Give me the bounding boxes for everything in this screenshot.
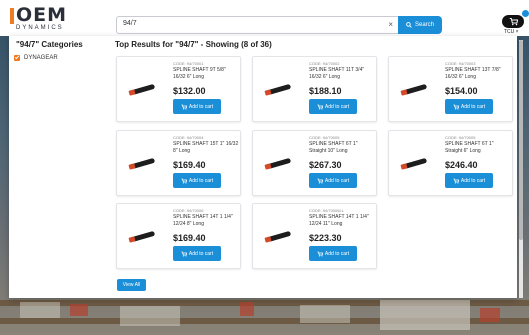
scrollbar[interactable]: [519, 40, 523, 298]
product-price: $169.40: [173, 233, 206, 243]
search-button[interactable]: Search: [398, 16, 442, 34]
product-image: [263, 77, 297, 103]
product-name[interactable]: SPLINE SHAFT 13T 7/8" 16/32 6" Long: [445, 67, 511, 81]
add-to-cart-button[interactable]: Add to cart: [173, 246, 221, 261]
search-icon: [406, 22, 412, 28]
logo-accent: [10, 8, 14, 24]
add-to-cart-button[interactable]: Add to cart: [445, 173, 493, 188]
product-name[interactable]: SPLINE SHAFT 14T 1 1/4" 12/24 11" Long: [309, 214, 375, 228]
add-to-cart-label: Add to cart: [324, 103, 350, 110]
bg-box: [120, 306, 180, 326]
clear-search-icon[interactable]: ×: [388, 20, 393, 29]
product-code: CODE: 94/70005: [445, 135, 476, 140]
cart-label: TCU ×: [504, 29, 519, 35]
product-price: $267.30: [309, 160, 342, 170]
cart-icon: [181, 104, 187, 109]
search-button-label: Search: [414, 22, 434, 28]
categories-title: "94/7" Categories: [16, 40, 83, 49]
product-price: $188.10: [309, 86, 342, 96]
product-code: CODE: 94/70002: [309, 61, 340, 66]
cart-icon: [317, 251, 323, 256]
product-price: $223.30: [309, 233, 342, 243]
product-image: [399, 77, 433, 103]
logo-main-text: OEM: [16, 4, 68, 26]
category-item-dynagear[interactable]: DYNAGEAR: [14, 53, 58, 62]
bg-box: [480, 308, 500, 322]
add-to-cart-button[interactable]: Add to cart: [173, 99, 221, 114]
product-card[interactable]: CODE: 94/70003 SPLINE SHAFT 13T 7/8" 16/…: [388, 56, 513, 122]
site-header: OEM DYNAMICS 94/7 × Search TCU ×: [0, 0, 529, 36]
add-to-cart-label: Add to cart: [188, 177, 214, 184]
cart-icon: [317, 178, 323, 183]
search-input-value: 94/7: [123, 20, 137, 27]
cart-icon: [453, 104, 459, 109]
product-code: CODE: 94/70004: [173, 135, 204, 140]
product-price: $169.40: [173, 160, 206, 170]
product-name[interactable]: SPLINE SHAFT 9T 5/8" 16/32 6" Long: [173, 67, 239, 81]
bg-box: [240, 302, 254, 316]
cart-count-badge: [522, 10, 529, 17]
product-image: [399, 151, 433, 177]
add-to-cart-button[interactable]: Add to cart: [445, 99, 493, 114]
product-image: [127, 77, 161, 103]
search-input[interactable]: 94/7 ×: [116, 16, 400, 34]
add-to-cart-label: Add to cart: [460, 103, 486, 110]
product-price: $132.00: [173, 86, 206, 96]
product-name[interactable]: SPLINE SHAFT 6T 1" Straight 6" Long: [445, 141, 511, 155]
bg-box: [300, 305, 350, 323]
product-price: $246.40: [445, 160, 478, 170]
product-code: CODE: 94/70005: [309, 135, 340, 140]
cart-icon: [453, 178, 459, 183]
product-image: [127, 224, 161, 250]
product-code: CODE: 94/70006: [173, 208, 204, 213]
add-to-cart-button[interactable]: Add to cart: [309, 99, 357, 114]
product-card[interactable]: CODE: 94/70005 SPLINE SHAFT 6T 1" Straig…: [388, 130, 513, 196]
results-title: Top Results for "94/7" - Showing (8 of 3…: [115, 40, 272, 49]
logo-sub-text: DYNAMICS: [16, 25, 64, 31]
cart-icon: [509, 18, 518, 26]
bg-vehicle: [380, 300, 470, 330]
bg-box: [20, 302, 60, 318]
product-name[interactable]: SPLINE SHAFT 11T 3/4" 16/32 6" Long: [309, 67, 375, 81]
add-to-cart-button[interactable]: Add to cart: [309, 246, 357, 261]
product-image: [263, 224, 297, 250]
product-image: [263, 151, 297, 177]
site-logo[interactable]: OEM DYNAMICS: [10, 6, 72, 32]
product-name[interactable]: SPLINE SHAFT 14T 1 1/4" 12/24 8" Long: [173, 214, 239, 228]
category-checkbox[interactable]: [14, 54, 20, 61]
add-to-cart-label: Add to cart: [188, 250, 214, 257]
add-to-cart-button[interactable]: Add to cart: [173, 173, 221, 188]
product-name[interactable]: SPLINE SHAFT 15T 1" 16/32 8" Long: [173, 141, 239, 155]
product-card[interactable]: CODE: 94/70006 SPLINE SHAFT 14T 1 1/4" 1…: [116, 203, 241, 269]
product-card[interactable]: CODE: 94/70004 SPLINE SHAFT 15T 1" 16/32…: [116, 130, 241, 196]
product-code: CODE: 94/70001: [173, 61, 204, 66]
search-results-dropdown: "94/7" Categories DYNAGEAR Top Results f…: [9, 36, 517, 298]
product-image: [127, 151, 161, 177]
product-card[interactable]: CODE: 94/70006LL SPLINE SHAFT 14T 1 1/4"…: [252, 203, 377, 269]
product-code: CODE: 94/70006LL: [309, 208, 344, 213]
product-card[interactable]: CODE: 94/70001 SPLINE SHAFT 9T 5/8" 16/3…: [116, 56, 241, 122]
cart-icon: [181, 251, 187, 256]
product-card[interactable]: CODE: 94/70002 SPLINE SHAFT 11T 3/4" 16/…: [252, 56, 377, 122]
add-to-cart-label: Add to cart: [460, 177, 486, 184]
add-to-cart-label: Add to cart: [324, 250, 350, 257]
add-to-cart-button[interactable]: Add to cart: [309, 173, 357, 188]
add-to-cart-label: Add to cart: [324, 177, 350, 184]
bg-box: [70, 304, 88, 316]
cart-button[interactable]: [502, 15, 524, 28]
product-code: CODE: 94/70003: [445, 61, 476, 66]
view-all-button[interactable]: View All: [117, 279, 146, 291]
product-price: $154.00: [445, 86, 478, 96]
add-to-cart-label: Add to cart: [188, 103, 214, 110]
product-name[interactable]: SPLINE SHAFT 6T 1" Straight 10" Long: [309, 141, 375, 155]
scrollbar-thumb[interactable]: [519, 40, 523, 240]
cart-icon: [181, 178, 187, 183]
product-card[interactable]: CODE: 94/70005 SPLINE SHAFT 6T 1" Straig…: [252, 130, 377, 196]
category-label: DYNAGEAR: [24, 54, 58, 61]
cart-icon: [317, 104, 323, 109]
